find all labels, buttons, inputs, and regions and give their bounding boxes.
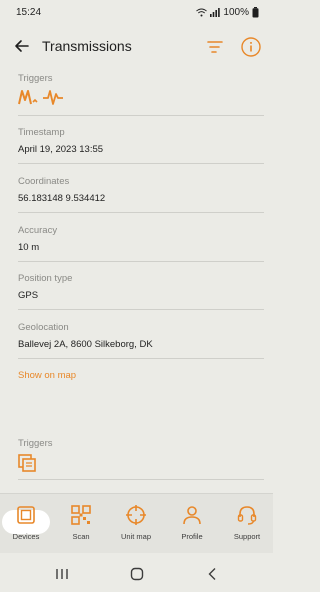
sort-icon[interactable]	[205, 37, 225, 57]
divider	[18, 479, 264, 480]
nav-scan-label: Scan	[72, 532, 90, 541]
triggers-label: Triggers	[18, 73, 53, 84]
pulse-trigger-icon	[43, 90, 63, 105]
nav-profile-label: Profile	[181, 532, 203, 541]
nav-unit-map[interactable]: Unit map	[110, 504, 162, 541]
nav-devices-label: Devices	[12, 532, 40, 541]
nav-unit-map-label: Unit map	[120, 532, 151, 541]
nav-devices[interactable]: Devices	[0, 504, 52, 541]
divider	[18, 358, 264, 359]
coordinates-section: Coordinates 56.183148 9.534412	[18, 176, 264, 204]
signal-icon	[210, 7, 221, 17]
bottom-navigation: Devices Scan Unit map Profile Support	[0, 493, 273, 553]
position-type-section: Position type GPS	[18, 273, 264, 301]
status-time: 15:24	[16, 6, 42, 18]
geolocation-value: Ballevej 2A, 8600 Silkeborg, DK	[18, 339, 153, 350]
app-bar: Transmissions	[0, 26, 273, 68]
timestamp-value: April 19, 2023 13:55	[18, 144, 104, 155]
info-icon[interactable]	[240, 36, 262, 58]
divider	[18, 163, 264, 164]
accuracy-label: Accuracy	[18, 225, 58, 236]
nav-support-label: Support	[233, 532, 261, 541]
page-title: Transmissions	[42, 38, 132, 54]
nav-scan[interactable]: Scan	[55, 504, 107, 541]
status-icons: 100%	[196, 6, 259, 18]
headset-icon	[237, 506, 257, 525]
triggers-label: Triggers	[18, 438, 53, 449]
status-bar: 15:24 100%	[0, 0, 273, 24]
show-on-map-link[interactable]: Show on map	[18, 370, 76, 381]
coordinates-value: 56.183148 9.534412	[18, 193, 106, 204]
trigger-icons	[18, 88, 264, 106]
recent-apps-icon[interactable]	[54, 566, 70, 582]
geolocation-section: Geolocation Ballevej 2A, 8600 Silkeborg,…	[18, 322, 264, 350]
divider	[18, 212, 264, 213]
person-icon	[183, 506, 201, 525]
motion-trigger-icon	[18, 90, 38, 105]
divider	[18, 309, 264, 310]
system-back-icon[interactable]	[205, 566, 221, 582]
nav-profile[interactable]: Profile	[166, 504, 218, 541]
system-navigation-bar	[0, 556, 273, 592]
home-icon[interactable]	[129, 566, 145, 582]
second-triggers-section: Triggers	[18, 438, 264, 477]
accuracy-value: 10 m	[18, 242, 40, 253]
divider	[18, 261, 264, 262]
position-type-label: Position type	[18, 273, 73, 284]
battery-icon	[252, 6, 259, 17]
timestamp-label: Timestamp	[18, 127, 65, 138]
tamper-trigger-icon	[18, 454, 36, 472]
divider	[18, 115, 264, 116]
geolocation-label: Geolocation	[18, 322, 69, 333]
triggers-section: Triggers	[18, 73, 264, 106]
back-arrow-icon[interactable]	[12, 36, 32, 56]
accuracy-section: Accuracy 10 m	[18, 225, 264, 253]
wifi-icon	[196, 8, 208, 16]
position-type-value: GPS	[18, 290, 39, 301]
nav-support[interactable]: Support	[221, 504, 273, 541]
timestamp-section: Timestamp April 19, 2023 13:55	[18, 127, 264, 155]
qr-scan-icon	[71, 505, 91, 525]
crosshair-map-icon	[126, 505, 146, 525]
battery-percent: 100%	[223, 6, 249, 18]
devices-icon	[17, 506, 35, 524]
coordinates-label: Coordinates	[18, 176, 70, 187]
